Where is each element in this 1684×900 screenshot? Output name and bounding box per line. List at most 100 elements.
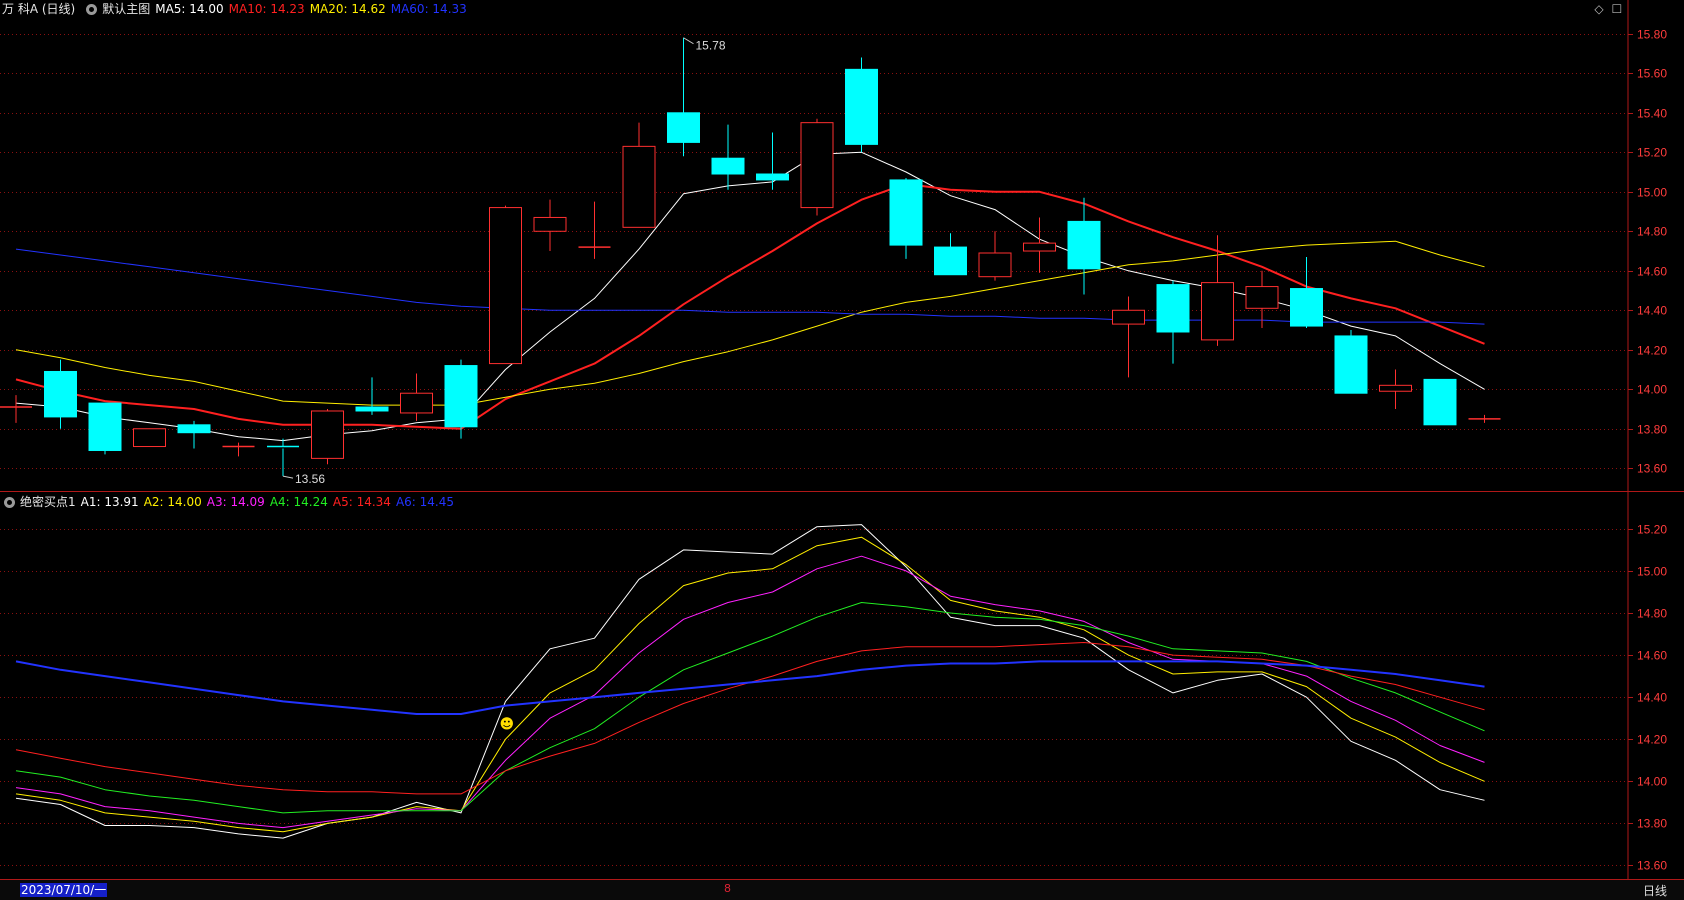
a6-line xyxy=(15,660,1485,715)
low-price-label: 13.56 xyxy=(295,472,325,486)
stock-title: 万 科A (日线) xyxy=(2,2,76,16)
stock-chart-canvas[interactable]: 15.80 15.60 15.40 15.20 15.00 14.80 14.60 14.40… xyxy=(0,0,1684,900)
candle-body xyxy=(1290,288,1323,327)
period-label[interactable]: 日线 xyxy=(1643,882,1667,899)
maximize-icon[interactable]: ☐ xyxy=(1610,2,1624,16)
candle-body xyxy=(311,410,344,459)
ma20-line xyxy=(15,240,1485,406)
candle[interactable] xyxy=(88,402,122,455)
candle-body xyxy=(400,392,433,414)
candle[interactable] xyxy=(934,233,967,276)
candle[interactable] xyxy=(1334,330,1368,394)
diamond-icon[interactable]: ◇ xyxy=(1592,2,1606,16)
candle[interactable] xyxy=(978,231,1012,281)
candle[interactable] xyxy=(1023,217,1056,273)
candle[interactable] xyxy=(1067,197,1101,295)
candle[interactable] xyxy=(1379,369,1412,410)
candle-body xyxy=(355,406,389,412)
price-tick-label: 14.40 xyxy=(1637,304,1667,318)
low-pointer xyxy=(282,475,294,479)
candle[interactable] xyxy=(667,37,700,157)
price-axis: 15.80 15.60 15.40 15.20 15.00 14.80 14.60 14.40… xyxy=(1628,28,1667,873)
time-marker: 8 xyxy=(724,882,731,895)
candle-body xyxy=(444,365,478,428)
price-tick-label: 14.60 xyxy=(1637,265,1667,279)
price-tick-label: 15.20 xyxy=(1637,146,1667,160)
indicator-header: 绝密买点1 A1: 13.91 A2: 14.00 A3: 14.09 A4: … xyxy=(0,493,459,511)
candle[interactable] xyxy=(355,377,389,415)
candle[interactable] xyxy=(267,438,299,477)
candle-body xyxy=(978,252,1012,278)
ma5-label: MA5: 14.00 xyxy=(155,2,224,16)
ind-tick-label: 13.80 xyxy=(1637,817,1667,831)
window-controls: ◇ ☐ xyxy=(1592,2,1624,16)
candle[interactable] xyxy=(177,420,211,449)
candle[interactable] xyxy=(756,132,789,190)
time-axis-bar xyxy=(0,880,1684,900)
price-tick-label: 14.20 xyxy=(1637,344,1667,358)
candle-body xyxy=(889,179,923,246)
smiley-icon: ☻ xyxy=(500,716,515,732)
indicator-name[interactable]: 绝密买点1 xyxy=(20,493,76,511)
a3-label: A3: 14.09 xyxy=(206,495,265,509)
ind-tick-label: 14.40 xyxy=(1637,691,1667,705)
candle[interactable] xyxy=(1290,256,1323,329)
candle-body xyxy=(88,402,122,451)
price-annotations: 15.78 13.56 ☻ xyxy=(282,37,726,732)
candle[interactable] xyxy=(1112,296,1145,378)
candle[interactable] xyxy=(711,124,745,190)
price-tick-label: 15.60 xyxy=(1637,67,1667,81)
candle-body xyxy=(1023,242,1056,252)
candle-body xyxy=(1334,335,1368,394)
a3-line xyxy=(15,555,1485,829)
candle[interactable] xyxy=(1156,280,1190,364)
gear-icon[interactable] xyxy=(4,496,15,508)
candle-body xyxy=(1156,284,1190,333)
candle-body xyxy=(1201,282,1234,341)
price-tick-label: 14.80 xyxy=(1637,225,1667,239)
price-tick-label: 13.60 xyxy=(1637,462,1667,476)
a5-line xyxy=(15,642,1485,795)
high-pointer xyxy=(683,37,694,45)
candle-body xyxy=(667,112,700,143)
candle[interactable] xyxy=(44,359,77,429)
candle[interactable] xyxy=(1245,270,1279,329)
candle[interactable] xyxy=(533,199,567,252)
price-tick-label: 15.40 xyxy=(1637,107,1667,121)
candle[interactable] xyxy=(889,177,923,259)
template-name[interactable]: 默认主图 xyxy=(102,0,150,18)
date-label: 2023/07/10/一 xyxy=(20,883,108,897)
candlestick-series[interactable] xyxy=(0,37,1501,477)
candle[interactable] xyxy=(800,118,834,216)
ind-tick-label: 14.00 xyxy=(1637,775,1667,789)
a1-label: A1: 13.91 xyxy=(80,495,139,509)
candle-body xyxy=(845,68,878,145)
gear-icon[interactable] xyxy=(86,3,98,15)
candle[interactable] xyxy=(578,201,611,259)
price-tick-label: 15.80 xyxy=(1637,28,1667,42)
candle-body xyxy=(44,370,77,418)
candle[interactable] xyxy=(444,359,478,439)
candle[interactable] xyxy=(1201,235,1234,346)
ind-tick-label: 14.80 xyxy=(1637,607,1667,621)
ind-tick-label: 13.60 xyxy=(1637,859,1667,873)
price-tick-label: 13.80 xyxy=(1637,423,1667,437)
candle-body xyxy=(533,216,567,232)
candle[interactable] xyxy=(622,122,656,228)
candle[interactable] xyxy=(400,373,433,421)
candle[interactable] xyxy=(1468,414,1501,423)
a2-label: A2: 14.00 xyxy=(143,495,202,509)
candle-body xyxy=(756,173,789,181)
candle-body xyxy=(934,246,967,276)
candle[interactable] xyxy=(311,409,344,465)
candle[interactable] xyxy=(489,205,522,365)
candle-body xyxy=(1067,220,1101,270)
candle[interactable] xyxy=(133,428,166,448)
chart-frame xyxy=(0,0,1684,880)
candle[interactable] xyxy=(1423,378,1457,426)
candle[interactable] xyxy=(845,57,878,153)
candle[interactable] xyxy=(222,442,255,457)
high-price-label: 15.78 xyxy=(696,39,726,53)
price-tick-label: 14.00 xyxy=(1637,383,1667,397)
candle[interactable] xyxy=(0,395,32,423)
